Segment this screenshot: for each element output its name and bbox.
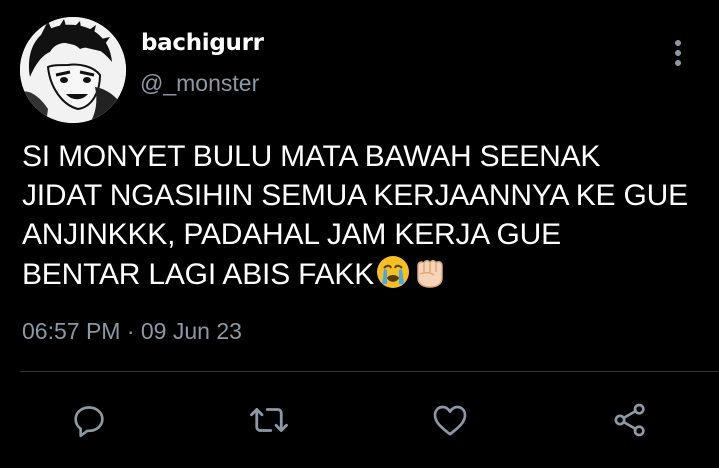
- retweet-button[interactable]: [247, 398, 291, 442]
- reply-icon: [74, 406, 104, 438]
- tweet-text-line: SI MONYET BULU MATA BAWAH SEENAK: [22, 140, 601, 173]
- tweet-text-line-last: BENTAR LAGI ABIS FAKK: [22, 254, 712, 300]
- tweet-text-line-content: BENTAR LAGI ABIS FAKK: [22, 258, 375, 291]
- avatar-image: [20, 17, 126, 123]
- more-vertical-icon[interactable]: [666, 38, 690, 68]
- crying-face-emoji: [375, 254, 411, 300]
- tweet-text-line: ANJINKKK, PADAHAL JAM KERJA GUE: [22, 218, 561, 251]
- reply-button[interactable]: [67, 398, 111, 442]
- share-icon: [614, 403, 645, 437]
- divider: [20, 371, 719, 372]
- avatar[interactable]: [20, 17, 126, 123]
- tweet-text: SI MONYET BULU MATA BAWAH SEENAK JIDAT N…: [22, 137, 712, 300]
- tweet-text-line: JIDAT NGASIHIN SEMUA KERJAANNYA KE GUE: [22, 179, 688, 212]
- user-handle[interactable]: @_monster: [140, 70, 259, 97]
- retweet-icon: [250, 408, 288, 432]
- share-button[interactable]: [608, 398, 652, 442]
- heart-icon: [433, 405, 467, 436]
- display-name[interactable]: bachigurr: [141, 30, 264, 56]
- like-button[interactable]: [428, 398, 472, 442]
- timestamp[interactable]: 06:57 PM · 09 Jun 23: [22, 318, 242, 345]
- fist-emoji: [412, 254, 448, 300]
